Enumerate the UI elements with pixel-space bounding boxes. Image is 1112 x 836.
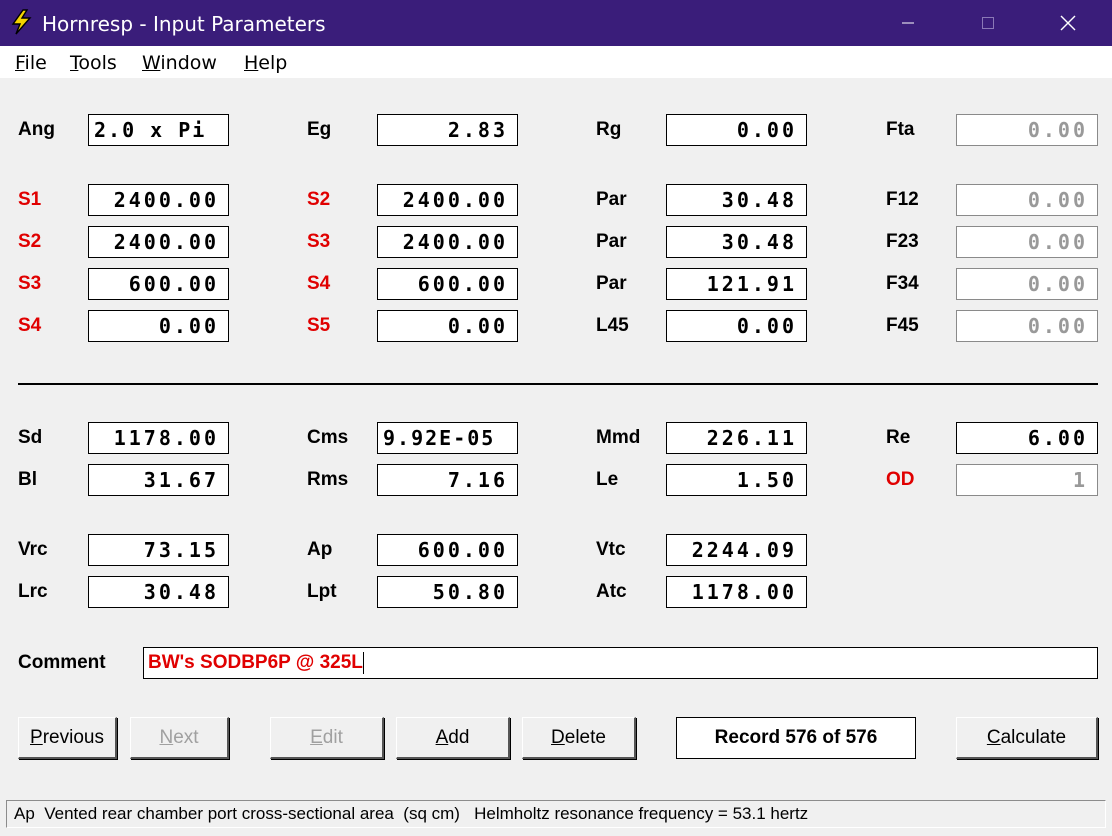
ap-field[interactable]: 600.00 [377, 534, 518, 566]
label-s4: S4 [307, 273, 331, 294]
f23-field[interactable]: 0.00 [956, 226, 1098, 258]
window-title: Hornresp - Input Parameters [42, 12, 326, 36]
next-button[interactable]: Next [130, 717, 229, 759]
edit-button[interactable]: Edit [270, 717, 384, 759]
bl-field[interactable]: 31.67 [88, 464, 229, 496]
l45-field[interactable]: 0.00 [666, 310, 807, 342]
label-comment: Comment [18, 652, 106, 673]
par-1-field[interactable]: 30.48 [666, 184, 807, 216]
label-s2-row2: S2 [18, 231, 42, 252]
par-2-field[interactable]: 30.48 [666, 226, 807, 258]
s2-field[interactable]: 2400.00 [377, 184, 518, 216]
label-par-1: Par [596, 189, 627, 210]
label-f12: F12 [886, 189, 919, 210]
label-s4-row4: S4 [18, 315, 42, 336]
menu-window[interactable]: Window [142, 52, 217, 74]
label-rms: Rms [307, 469, 349, 490]
s4-field[interactable]: 600.00 [377, 268, 518, 300]
le-field[interactable]: 1.50 [666, 464, 807, 496]
vrc-field[interactable]: 73.15 [88, 534, 229, 566]
rms-field[interactable]: 7.16 [377, 464, 518, 496]
label-re: Re [886, 427, 911, 448]
lrc-field[interactable]: 30.48 [88, 576, 229, 608]
label-rg: Rg [596, 119, 622, 140]
label-eg: Eg [307, 119, 332, 140]
s2-row2-field[interactable]: 2400.00 [88, 226, 229, 258]
label-vrc: Vrc [18, 539, 48, 560]
label-f34: F34 [886, 273, 919, 294]
label-bl: Bl [18, 469, 37, 490]
minimize-button[interactable] [868, 0, 948, 46]
rg-field[interactable]: 0.00 [666, 114, 807, 146]
s3-field[interactable]: 2400.00 [377, 226, 518, 258]
label-ang: Ang [18, 119, 55, 140]
label-s3-row3: S3 [18, 273, 42, 294]
label-cms: Cms [307, 427, 349, 448]
minimize-icon [902, 22, 914, 24]
f34-field[interactable]: 0.00 [956, 268, 1098, 300]
label-vtc: Vtc [596, 539, 626, 560]
maximize-icon [982, 17, 994, 29]
title-bar[interactable]: Hornresp - Input Parameters [0, 0, 1112, 46]
label-par-2: Par [596, 231, 627, 252]
re-field[interactable]: 6.00 [956, 422, 1098, 454]
par-3-field[interactable]: 121.91 [666, 268, 807, 300]
label-ap: Ap [307, 539, 333, 560]
label-s3: S3 [307, 231, 331, 252]
menu-bar: File Tools Window Help [0, 46, 1112, 78]
label-s5: S5 [307, 315, 331, 336]
f12-field[interactable]: 0.00 [956, 184, 1098, 216]
text-caret [362, 651, 364, 674]
s5-field[interactable]: 0.00 [377, 310, 518, 342]
sd-field[interactable]: 1178.00 [88, 422, 229, 454]
delete-button[interactable]: Delete [522, 717, 636, 759]
close-icon [1060, 15, 1076, 31]
label-f45: F45 [886, 315, 919, 336]
menu-tools[interactable]: Tools [70, 52, 117, 74]
label-s1: S1 [18, 189, 42, 210]
f45-field[interactable]: 0.00 [956, 310, 1098, 342]
od-field[interactable]: 1 [956, 464, 1098, 496]
status-text: Ap Vented rear chamber port cross-sectio… [6, 800, 1106, 828]
maximize-button[interactable] [948, 0, 1028, 46]
label-f23: F23 [886, 231, 919, 252]
s1-field[interactable]: 2400.00 [88, 184, 229, 216]
label-sd: Sd [18, 427, 43, 448]
cms-field[interactable]: 9.92E-05 [377, 422, 518, 454]
comment-input[interactable]: BW's SODBP6P @ 325L [143, 647, 1098, 679]
comment-text: BW's SODBP6P @ 325L [148, 652, 363, 673]
mmd-field[interactable]: 226.11 [666, 422, 807, 454]
label-le: Le [596, 469, 619, 490]
label-par-3: Par [596, 273, 627, 294]
eg-field[interactable]: 2.83 [377, 114, 518, 146]
label-fta: Fta [886, 119, 915, 140]
lpt-field[interactable]: 50.80 [377, 576, 518, 608]
vtc-field[interactable]: 2244.09 [666, 534, 807, 566]
label-atc: Atc [596, 581, 627, 602]
menu-file[interactable]: File [15, 52, 47, 74]
label-mmd: Mmd [596, 427, 641, 448]
ang-field[interactable]: 2.0 x Pi [88, 114, 229, 146]
label-lrc: Lrc [18, 581, 48, 602]
add-button[interactable]: Add [396, 717, 510, 759]
previous-button[interactable]: Previous [18, 717, 117, 759]
label-lpt: Lpt [307, 581, 337, 602]
calculate-button[interactable]: Calculate [956, 717, 1098, 759]
s3-row3-field[interactable]: 600.00 [88, 268, 229, 300]
close-button[interactable] [1028, 0, 1108, 46]
fta-field[interactable]: 0.00 [956, 114, 1098, 146]
record-counter: Record 576 of 576 [676, 717, 916, 759]
input-parameters-panel: Ang 2.0 x Pi Eg 2.83 Rg 0.00 Fta 0.00 S1… [0, 78, 1112, 796]
label-od: OD [886, 469, 915, 490]
status-bar: Ap Vented rear chamber port cross-sectio… [0, 796, 1112, 836]
atc-field[interactable]: 1178.00 [666, 576, 807, 608]
menu-help[interactable]: Help [244, 52, 287, 74]
label-l45: L45 [596, 315, 629, 336]
section-divider [18, 383, 1098, 385]
lightning-bolt-icon [11, 9, 32, 35]
s4-row4-field[interactable]: 0.00 [88, 310, 229, 342]
label-s2: S2 [307, 189, 331, 210]
